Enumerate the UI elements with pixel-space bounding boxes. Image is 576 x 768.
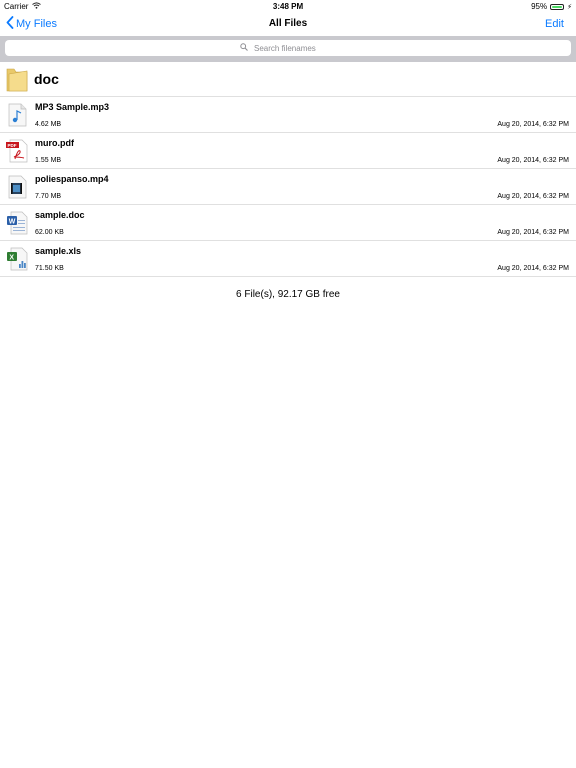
file-size: 71.50 KB bbox=[35, 265, 64, 272]
file-size: 7.70 MB bbox=[35, 193, 62, 200]
file-row[interactable]: poliespanso.mp4 7.70 MB Aug 20, 2014, 6:… bbox=[0, 169, 576, 205]
pdf-file-icon: PDF bbox=[6, 139, 28, 163]
battery-percent: 95% bbox=[531, 2, 548, 11]
folder-row-doc[interactable]: doc bbox=[0, 62, 576, 97]
svg-text:W: W bbox=[9, 218, 16, 225]
file-size: 1.55 MB bbox=[35, 157, 62, 164]
file-row[interactable]: MP3 Sample.mp3 4.62 MB Aug 20, 2014, 6:3… bbox=[0, 97, 576, 133]
status-time: 3:48 PM bbox=[272, 2, 304, 11]
file-name: poliespanso.mp4 bbox=[35, 174, 109, 184]
file-row[interactable]: PDF muro.pdf 1.55 MB Aug 20, 2014, 6:32 … bbox=[0, 133, 576, 169]
edit-button[interactable]: Edit bbox=[545, 18, 564, 30]
file-name: MP3 Sample.mp3 bbox=[35, 102, 110, 112]
charging-icon: ⚡ bbox=[567, 3, 572, 11]
file-size: 4.62 MB bbox=[35, 121, 62, 128]
search-bar bbox=[0, 36, 576, 62]
navigation-bar: My Files All Files Edit bbox=[0, 12, 576, 36]
svg-text:PDF: PDF bbox=[8, 143, 17, 148]
excel-file-icon: X bbox=[6, 247, 28, 271]
search-icon bbox=[240, 43, 248, 53]
page-title: All Files bbox=[268, 18, 308, 29]
file-date: Aug 20, 2014, 6:32 PM bbox=[497, 193, 569, 200]
file-name: muro.pdf bbox=[35, 138, 74, 148]
file-size: 62.00 KB bbox=[35, 229, 64, 236]
file-date: Aug 20, 2014, 6:32 PM bbox=[497, 157, 569, 164]
file-name: sample.xls bbox=[35, 246, 82, 256]
file-row[interactable]: W sample.doc 62.00 KB Aug 20, 2014, 6:32… bbox=[0, 205, 576, 241]
file-date: Aug 20, 2014, 6:32 PM bbox=[497, 121, 569, 128]
storage-summary: 6 File(s), 92.17 GB free bbox=[236, 289, 340, 300]
file-date: Aug 20, 2014, 6:32 PM bbox=[497, 265, 569, 272]
word-file-icon: W bbox=[6, 211, 28, 235]
search-input[interactable] bbox=[252, 42, 336, 54]
folder-icon bbox=[5, 66, 29, 92]
audio-file-icon bbox=[6, 103, 28, 127]
folder-name: doc bbox=[34, 71, 59, 87]
status-right: 95% ⚡ bbox=[531, 2, 572, 11]
battery-fill bbox=[552, 5, 562, 8]
file-list: doc MP3 Sample.mp3 4.62 MB Aug 20, 2014,… bbox=[0, 62, 576, 277]
search-field[interactable] bbox=[5, 40, 571, 56]
status-bar: Carrier 3:48 PM 95% ⚡ bbox=[0, 0, 576, 12]
file-name: sample.doc bbox=[35, 210, 85, 220]
file-date: Aug 20, 2014, 6:32 PM bbox=[497, 229, 569, 236]
file-row[interactable]: X sample.xls 71.50 KB Aug 20, 2014, 6:32… bbox=[0, 241, 576, 277]
video-file-icon bbox=[6, 175, 28, 199]
svg-text:X: X bbox=[9, 254, 14, 261]
battery-icon bbox=[550, 3, 565, 10]
